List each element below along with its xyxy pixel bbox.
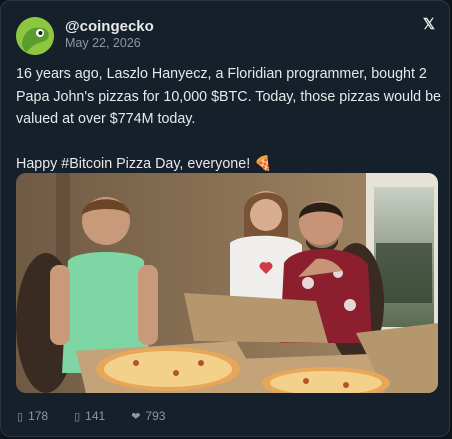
- like-count: 793: [145, 409, 166, 423]
- heart-icon: ❤: [131, 410, 141, 423]
- retweet-count: 141: [85, 409, 106, 423]
- tweet-text: 16 years ago, Laszlo Hanyecz, a Floridia…: [16, 63, 441, 175]
- coingecko-avatar[interactable]: [16, 17, 54, 55]
- tweet-actions: ▯ 178 ▯ 141 ❤ 793: [17, 409, 165, 423]
- tweet-body-line-2: Happy #Bitcoin Pizza Day, everyone! 🍕: [16, 155, 272, 172]
- like-button[interactable]: ❤ 793: [131, 409, 165, 423]
- comment-icon: ▯: [17, 410, 24, 423]
- retweet-icon: ▯: [74, 410, 81, 423]
- reply-count: 178: [28, 409, 49, 423]
- tweet-photo[interactable]: [16, 173, 438, 393]
- tweet-body-line-1: 16 years ago, Laszlo Hanyecz, a Floridia…: [16, 66, 442, 127]
- gecko-logo-icon: [16, 17, 54, 55]
- retweet-button[interactable]: ▯ 141: [74, 409, 105, 423]
- post-date: May 22, 2026: [65, 36, 141, 50]
- account-handle[interactable]: @coingecko: [65, 18, 154, 35]
- pizza-family-photo: [16, 173, 438, 393]
- tweet-card: @coingecko May 22, 2026 𝕏 16 years ago, …: [0, 0, 450, 437]
- reply-button[interactable]: ▯ 178: [17, 409, 48, 423]
- x-logo-icon[interactable]: 𝕏: [423, 15, 435, 33]
